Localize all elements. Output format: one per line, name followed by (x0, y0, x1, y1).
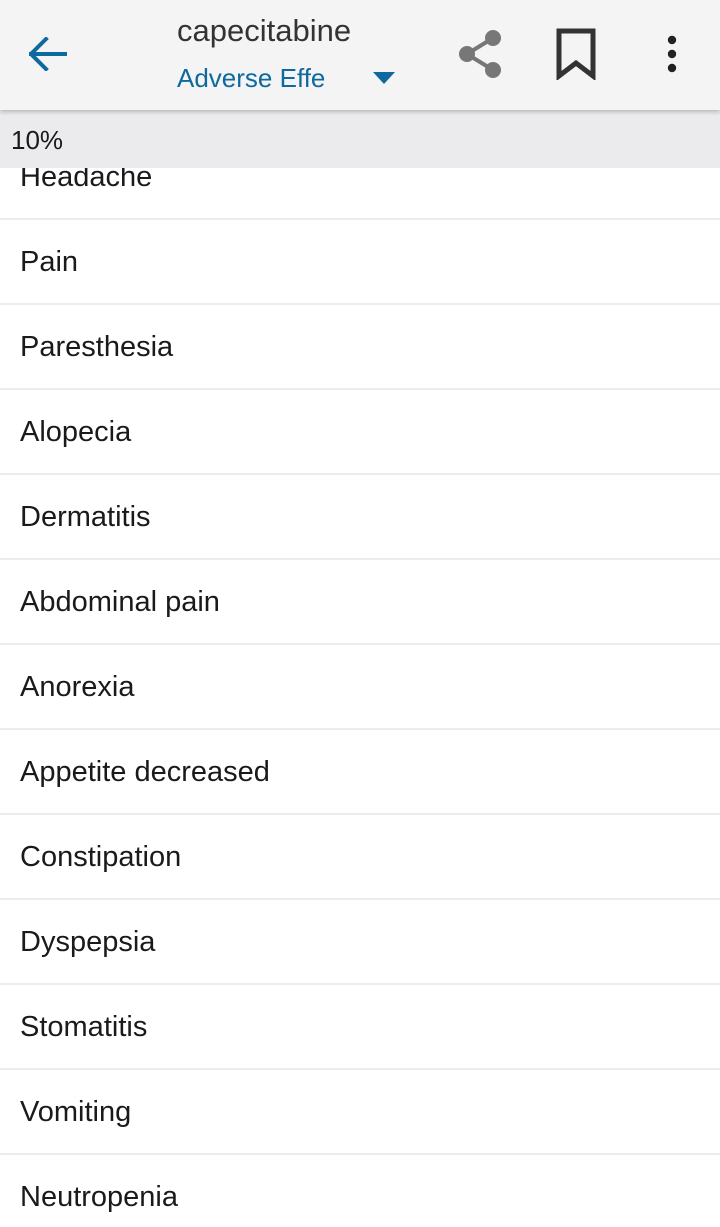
list-item[interactable]: Alopecia (0, 390, 720, 475)
list-item[interactable]: Dyspepsia (0, 900, 720, 985)
list-item-label: Dermatitis (20, 500, 151, 533)
list-item-label: Vomiting (20, 1095, 132, 1128)
list-item[interactable]: Pain (0, 220, 720, 305)
list-item[interactable]: Vomiting (0, 1070, 720, 1155)
list-item[interactable]: Constipation (0, 815, 720, 900)
section-dropdown-label: Adverse Effe (177, 63, 326, 93)
list-item[interactable]: Neutropenia (0, 1155, 720, 1227)
caret-down-icon (373, 72, 395, 84)
list-item[interactable]: Abdominal pain (0, 560, 720, 645)
list-item-label: Dyspepsia (20, 925, 156, 958)
section-dropdown[interactable]: Adverse Effe (177, 58, 407, 98)
frequency-group-header: 10% (0, 110, 720, 168)
list-item-label: Paresthesia (20, 330, 174, 363)
app-bar: capecitabine Adverse Effe (0, 0, 720, 110)
share-button[interactable] (450, 24, 510, 84)
more-options-button[interactable] (650, 26, 694, 82)
list-item[interactable]: Stomatitis (0, 985, 720, 1070)
list-item-label: Pain (20, 245, 79, 278)
list-item[interactable]: Paresthesia (0, 305, 720, 390)
list-item-label: Alopecia (20, 415, 132, 448)
list-item-label: Constipation (20, 840, 182, 873)
list-item-label: Neutropenia (20, 1180, 178, 1213)
share-icon (459, 30, 501, 78)
list-item-label: Appetite decreased (20, 755, 270, 788)
more-vertical-icon (667, 35, 677, 73)
title-block: capecitabine Adverse Effe (177, 12, 427, 102)
list-item-label: Anorexia (20, 670, 135, 703)
bookmark-button[interactable] (546, 22, 606, 86)
back-button[interactable] (18, 26, 78, 82)
adverse-effects-list: Headache Pain Paresthesia Alopecia Derma… (0, 135, 720, 1227)
frequency-group-label: 10% (11, 125, 64, 155)
drug-title: capecitabine (177, 13, 352, 48)
list-item-label: Abdominal pain (20, 585, 220, 618)
list-item[interactable]: Appetite decreased (0, 730, 720, 815)
list-item[interactable]: Anorexia (0, 645, 720, 730)
list-item[interactable]: Dermatitis (0, 475, 720, 560)
bookmark-icon (556, 28, 596, 80)
arrow-left-icon (29, 37, 67, 71)
list-item-label: Stomatitis (20, 1010, 148, 1043)
